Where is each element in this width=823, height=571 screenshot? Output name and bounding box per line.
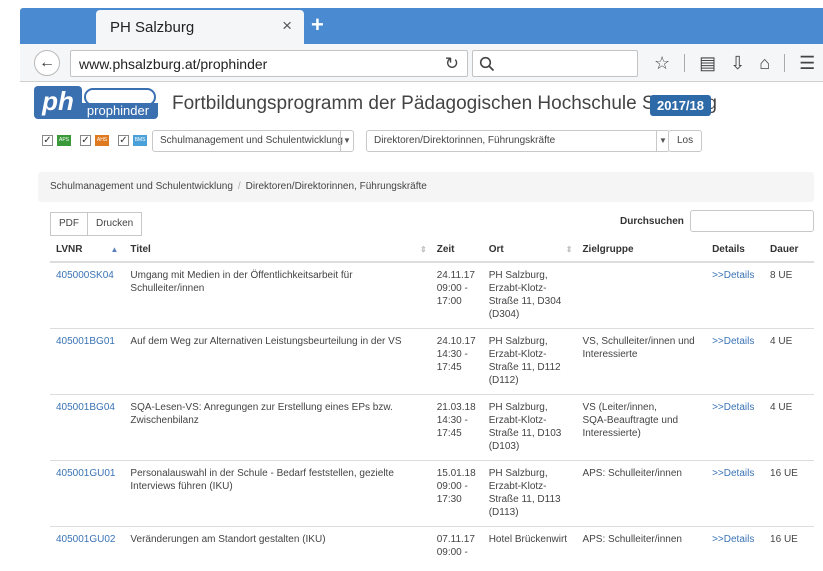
browser-search-input[interactable] (472, 50, 638, 77)
reader-icon[interactable]: ▤ (699, 53, 716, 74)
lvnr-link[interactable]: 405001BG01 (50, 328, 125, 395)
course-table: LVNR ▲ Titel ⇕ Zeit Ort ⇕ Zielgruppe Detail… (50, 238, 814, 566)
chevron-down-icon[interactable]: ▼ (340, 131, 353, 151)
audience-value: Direktoren/Direktorinnen, Führungskräfte (374, 135, 556, 146)
table-row: 405001GU01 Personalauswahl in der Schule… (50, 460, 814, 527)
lvnr-link[interactable]: 405001GU02 (50, 526, 124, 566)
aps-chip: APS (57, 135, 71, 146)
column-header-dauer[interactable]: Dauer (764, 238, 814, 263)
checkbox-aps[interactable]: ✓ (42, 135, 53, 146)
new-tab-icon[interactable]: + (311, 12, 324, 38)
course-duration: 16 UE (764, 460, 814, 527)
sort-asc-icon: ▲ (110, 245, 119, 254)
table-header-row: LVNR ▲ Titel ⇕ Zeit Ort ⇕ Zielgruppe Detail… (50, 238, 814, 263)
url-text: www.phsalzburg.at/prophinder (79, 56, 268, 72)
breadcrumb-item[interactable]: Schulmanagement und Schulentwicklung (50, 181, 233, 192)
audience-select[interactable]: Direktoren/Direktorinnen, Führungskräfte (366, 130, 670, 152)
column-header-details[interactable]: Details (706, 238, 765, 263)
course-title: Veränderungen am Standort gestalten (IKU… (130, 533, 326, 545)
column-header-zielgruppe[interactable]: Zielgruppe (576, 238, 707, 263)
tab-title: PH Salzburg (110, 19, 195, 36)
breadcrumb-separator: / (237, 181, 241, 192)
course-audience: APS: Schulleiter/innen (576, 460, 707, 527)
course-title: Auf dem Weg zur Alternativen Leistungsbe… (124, 328, 431, 395)
details-link[interactable]: >>Details (706, 328, 765, 395)
download-icon[interactable]: ⇩ (730, 53, 745, 74)
nav-divider (684, 54, 686, 72)
pdf-button[interactable]: PDF (50, 212, 88, 236)
table-search-input[interactable] (690, 210, 814, 232)
course-location: PH Salzburg, Erzabt-Klotz- Straße 11, D112… (482, 328, 577, 395)
los-button[interactable]: Los (668, 130, 703, 152)
course-duration: 4 UE (764, 328, 814, 395)
course-audience: APS: Schulleiter/innen (582, 533, 682, 545)
course-title: Personalauswahl in der Schule - Bedarf f… (124, 460, 431, 527)
browser-tab-strip: PH Salzburg × + (0, 0, 823, 44)
table-row: 405001BG04 SQA-Lesen-VS: Anregungen zur … (50, 394, 814, 461)
column-header-zeit[interactable]: Zeit (430, 238, 483, 263)
breadcrumb-item: Direktoren/Direktorinnen, Führungskräfte (245, 181, 427, 192)
course-title: SQA-Lesen-VS: Anregungen zur Erstellung … (124, 394, 431, 461)
search-icon (479, 56, 495, 72)
details-link[interactable]: >>Details (706, 460, 765, 527)
lvnr-link[interactable]: 405001BG04 (50, 394, 125, 461)
home-icon[interactable]: ⌂ (759, 53, 770, 74)
details-link[interactable]: >>Details (706, 262, 765, 329)
course-location: PH Salzburg, Erzabt-Klotz- Straße 11, D304… (482, 262, 577, 329)
close-tab-icon[interactable]: × (282, 16, 292, 36)
details-link[interactable]: >>Details (706, 394, 765, 461)
course-location: PH Salzburg, Erzabt-Klotz- Straße 11, D103… (482, 394, 577, 461)
course-location: Hotel Brückenwirt (488, 533, 568, 545)
course-time: 15.01.18 09:00 -17:30 (430, 460, 483, 527)
table-row: 405001GU02 Veränderungen am Standort ges… (50, 526, 814, 566)
course-audience (576, 262, 707, 329)
prophinder-logo[interactable]: ph prophinder (34, 86, 158, 120)
browser-navbar: ← www.phsalzburg.at/prophinder ↻ ☆ ▤ ⇩ ⌂… (20, 44, 823, 82)
course-duration: 16 UE (770, 533, 798, 545)
checkbox-ahs[interactable]: ✓ (80, 135, 91, 146)
details-link[interactable]: >>Details (706, 526, 764, 566)
sort-icon: ⇕ (565, 245, 573, 254)
browser-tab[interactable]: PH Salzburg × (96, 10, 304, 44)
page-title: Fortbildungsprogramm der Pädagogischen H… (172, 93, 717, 114)
course-time: 21.03.18 14:30 -17:45 (430, 394, 483, 461)
category-select[interactable]: Schulmanagement und Schulentwicklung (152, 130, 354, 152)
back-arrow-icon[interactable]: ← (34, 50, 60, 76)
table-row: 405001BG01 Auf dem Weg zur Alternativen … (50, 328, 814, 395)
logo-text: prophinder (78, 103, 158, 119)
export-button-group: PDF Drucken (50, 212, 143, 236)
breadcrumb: Schulmanagement und Schulentwicklung / Dir… (38, 172, 814, 202)
category-value: Schulmanagement und Schulentwicklung (160, 135, 343, 146)
column-header-lvnr[interactable]: LVNR ▲ (50, 238, 125, 263)
year-badge: 2017/18 (650, 95, 711, 116)
column-header-ort[interactable]: Ort ⇕ (482, 238, 577, 263)
course-time: 24.10.17 14:30 -17:45 (430, 328, 483, 395)
url-bar[interactable]: www.phsalzburg.at/prophinder ↻ (70, 50, 468, 77)
course-duration: 8 UE (764, 262, 814, 329)
course-audience: VS, Schulleiter/innen und Interessierte (576, 328, 707, 395)
lvnr-link[interactable]: 405001GU01 (50, 460, 125, 527)
course-time: 07.11.17 09:00 - (436, 533, 475, 558)
logo-ph-mark: ph (34, 86, 82, 119)
course-audience: VS (Leiter/innen, SQA-Beauftragte und Inte… (576, 394, 707, 461)
column-header-titel[interactable]: Titel ⇕ (124, 238, 431, 263)
lvnr-link[interactable]: 405000SK04 (50, 262, 125, 329)
nav-icons: ☆ ▤ ⇩ ⌂ ☰ (640, 50, 815, 76)
menu-icon[interactable]: ☰ (799, 53, 815, 74)
course-duration: 4 UE (764, 394, 814, 461)
course-location: PH Salzburg, Erzabt-Klotz- Straße 11, D113… (482, 460, 577, 527)
bms-chip: BMS (133, 135, 147, 146)
course-title: Umgang mit Medien in der Öffentlichkeits… (124, 262, 431, 329)
table-row: 405000SK04 Umgang mit Medien in der Öffe… (50, 262, 814, 329)
search-label: Durchsuchen (620, 216, 684, 227)
course-time: 24.11.17 09:00 -17:00 (430, 262, 483, 329)
print-button[interactable]: Drucken (88, 212, 143, 236)
ahs-chip: AHS (95, 135, 109, 146)
checkbox-bms[interactable]: ✓ (118, 135, 129, 146)
reload-icon[interactable]: ↻ (445, 54, 459, 74)
star-icon[interactable]: ☆ (654, 53, 670, 74)
sort-icon: ⇕ (420, 245, 427, 254)
nav-divider (784, 54, 786, 72)
